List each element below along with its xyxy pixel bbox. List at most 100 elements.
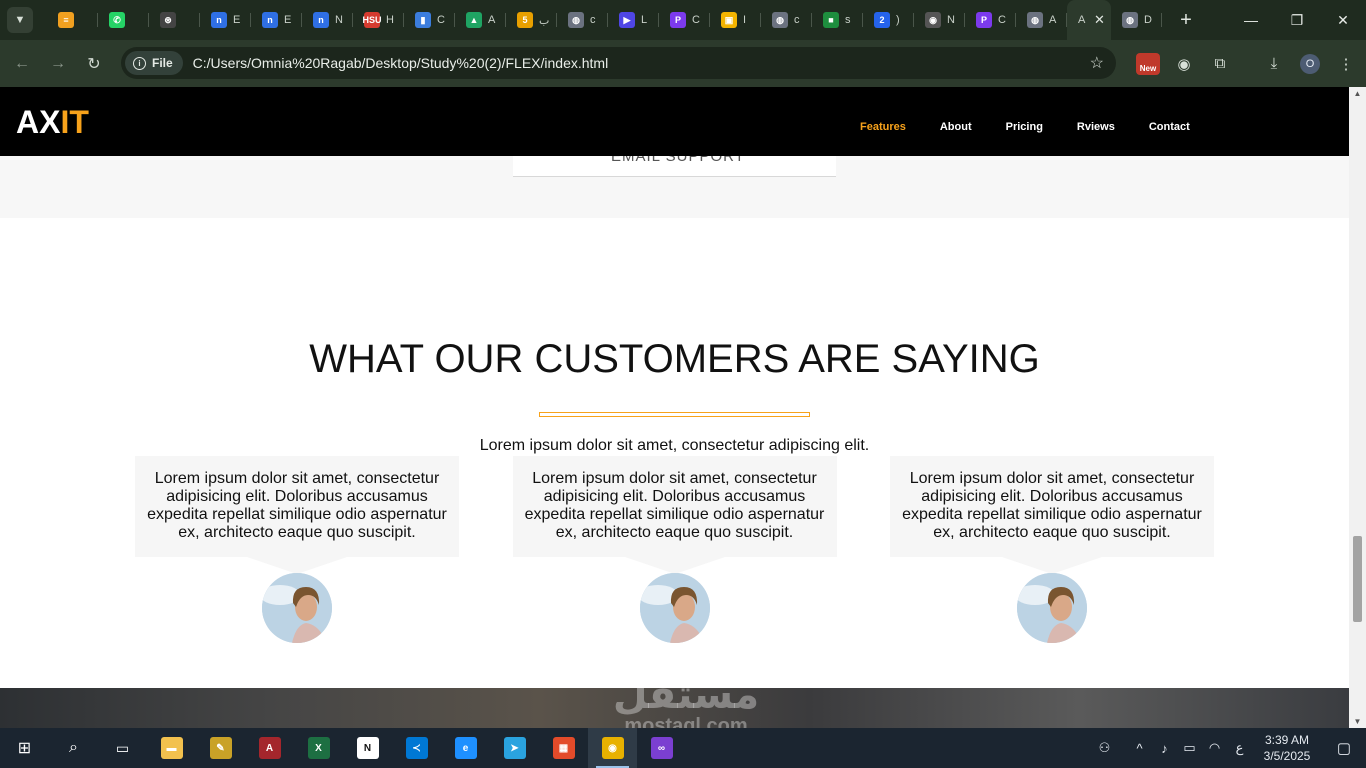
taskbar-app-winapp[interactable]: ▦ <box>539 728 588 768</box>
globe-icon: ◍ <box>568 12 584 28</box>
quiz-icon: 2 <box>874 12 890 28</box>
globe-icon: ◍ <box>1122 12 1138 28</box>
taskbar-app-edge[interactable]: e <box>441 728 490 768</box>
profile-button[interactable]: O <box>1292 53 1328 74</box>
people-icon[interactable]: ⚇ <box>1092 740 1117 756</box>
scroll-up-icon[interactable]: ▲ <box>1349 89 1366 98</box>
taskbar-app-excel[interactable]: X <box>294 728 343 768</box>
new-extension-button[interactable]: New <box>1130 52 1166 75</box>
forward-button[interactable]: → <box>40 55 76 73</box>
arrow-left-icon: ← <box>14 54 30 72</box>
browser-tab[interactable]: ◍ c <box>761 0 812 40</box>
minimize-button[interactable]: — <box>1228 0 1274 40</box>
address-bar[interactable]: i File C:/Users/Omnia%20Ragab/Desktop/St… <box>121 47 1116 79</box>
browser-tab[interactable]: ◍ A <box>1016 0 1067 40</box>
notifications-icon[interactable]: ▢ <box>1322 739 1366 757</box>
search-button[interactable]: ⌕ <box>49 728 98 768</box>
language-indicator[interactable]: ع <box>1227 740 1252 756</box>
kebab-menu-icon: ⋮ <box>1338 55 1354 73</box>
tab-title: C <box>692 14 700 26</box>
battery-icon[interactable]: ▭ <box>1177 740 1202 756</box>
scrollbar-thumb[interactable] <box>1353 536 1362 622</box>
browser-tab[interactable]: 2) <box>863 0 914 40</box>
clock[interactable]: 3:39 AM 3/5/2025 <box>1252 732 1322 764</box>
bookmark-star-icon[interactable]: ☆ <box>1090 53 1104 73</box>
browser-tab[interactable]: nE <box>200 0 251 40</box>
browser-tab[interactable]: ■ s <box>812 0 863 40</box>
page-scrollbar[interactable]: ▲ ▼ <box>1349 87 1366 728</box>
start-button[interactable]: ⊞ <box>0 728 49 768</box>
browser-tab[interactable]: nE <box>251 0 302 40</box>
taskbar-app-file-explorer[interactable]: ▬ <box>147 728 196 768</box>
browser-tab[interactable]: ⊛ <box>149 0 200 40</box>
close-tab-icon[interactable]: ✕ <box>1094 12 1105 28</box>
tab-title: D <box>1144 14 1152 26</box>
browser-tab[interactable]: ≡ <box>47 0 98 40</box>
browser-tab[interactable]: ▶ L <box>608 0 659 40</box>
nav-link-features[interactable]: Features <box>860 121 906 133</box>
tab-title: C <box>437 14 445 26</box>
avatar: O <box>1300 53 1320 74</box>
tab-title: I <box>743 14 747 26</box>
tab-search-button[interactable]: ▼ <box>7 7 33 33</box>
browser-tab[interactable]: ▲ A <box>455 0 506 40</box>
taskbar-app-vscode[interactable]: ≺ <box>392 728 441 768</box>
reload-icon: ↻ <box>87 55 101 73</box>
taskbar-app-chrome[interactable]: ◉ <box>588 728 637 768</box>
nav-link-rviews[interactable]: Rviews <box>1077 121 1115 133</box>
globe-icon: ◍ <box>1027 12 1043 28</box>
site-info-chip[interactable]: i File <box>125 51 183 75</box>
scroll-down-icon[interactable]: ▼ <box>1349 717 1366 726</box>
openai-icon: ⊛ <box>160 12 176 28</box>
testimonial-text: Lorem ipsum dolor sit amet, consectetur … <box>890 456 1214 557</box>
whatsapp-icon: ✆ <box>109 12 125 28</box>
wifi-icon[interactable]: ◠ <box>1202 740 1227 756</box>
site-navbar: AXIT Features About Pricing Rviews Contact <box>0 87 1349 156</box>
browser-tab-active[interactable]: A ✕ <box>1067 0 1111 40</box>
vscode-icon: ≺ <box>405 737 428 759</box>
photos-icon: ✎ <box>209 737 232 759</box>
browser-tab[interactable]: ◍ D <box>1111 0 1162 40</box>
taskbar-app-telegram[interactable]: ➤ <box>490 728 539 768</box>
back-button[interactable]: ← <box>4 55 40 73</box>
downloads-button[interactable]: ⤓ <box>1256 55 1292 72</box>
browser-tab[interactable]: nN <box>302 0 353 40</box>
menu-button[interactable]: ⋮ <box>1328 55 1364 73</box>
url-text[interactable]: C:/Users/Omnia%20Ragab/Desktop/Study%20(… <box>193 55 609 71</box>
browser-tab[interactable]: PC <box>659 0 710 40</box>
taskbar-app-visual-studio[interactable]: ∞ <box>637 728 686 768</box>
nav-link-contact[interactable]: Contact <box>1149 121 1190 133</box>
new-tab-button[interactable]: + <box>1172 9 1200 32</box>
browser-tab[interactable]: ▣ I <box>710 0 761 40</box>
browser-tab[interactable]: ◍ c <box>557 0 608 40</box>
volume-icon[interactable]: ♪ <box>1152 741 1177 756</box>
reload-button[interactable]: ↻ <box>76 54 112 74</box>
restore-button[interactable]: ❐ <box>1274 0 1320 40</box>
bubble-pointer <box>1002 557 1102 574</box>
site-logo[interactable]: AXIT <box>16 104 89 141</box>
page-viewport: AXIT Features About Pricing Rviews Contact E… <box>0 87 1349 728</box>
chevron-up-icon[interactable]: ^ <box>1127 741 1152 756</box>
extension-eyes-button[interactable]: ◉ <box>1166 55 1202 73</box>
customer-photo-icon <box>262 573 332 643</box>
taskbar-app-access[interactable]: A <box>245 728 294 768</box>
browser-tab[interactable]: 5ب <box>506 0 557 40</box>
visual-studio-icon: ∞ <box>650 737 673 759</box>
nav-link-about[interactable]: About <box>940 121 972 133</box>
clock-time: 3:39 AM <box>1264 733 1310 747</box>
nav-link-pricing[interactable]: Pricing <box>1006 121 1043 133</box>
browser-tab[interactable]: PC <box>965 0 1016 40</box>
taskbar-app-photos[interactable]: ✎ <box>196 728 245 768</box>
notion-n-icon: n <box>262 12 278 28</box>
close-window-button[interactable]: ✕ <box>1320 0 1366 40</box>
browser-tab-strip: ▼ ≡ ✆ ⊛ n En En N HSU H ▮ C ▲ A 5 ب ◍ c ▶ L P C ▣ I ◍ c ■ s 2) ◉ N P C ◍… <box>0 0 1366 40</box>
browser-tab[interactable]: HSU H <box>353 0 404 40</box>
taskbar-app-notion[interactable]: N <box>343 728 392 768</box>
browser-tab[interactable]: ◉ N <box>914 0 965 40</box>
section-title: WHAT OUR CUSTOMERS ARE SAYING <box>309 337 1040 381</box>
task-view-button[interactable]: ▭ <box>98 728 147 768</box>
browser-tab[interactable]: ✆ <box>98 0 149 40</box>
browser-tab[interactable]: ▮ C <box>404 0 455 40</box>
extensions-button[interactable]: ⧉ <box>1202 55 1238 72</box>
bubble-pointer <box>247 557 347 574</box>
